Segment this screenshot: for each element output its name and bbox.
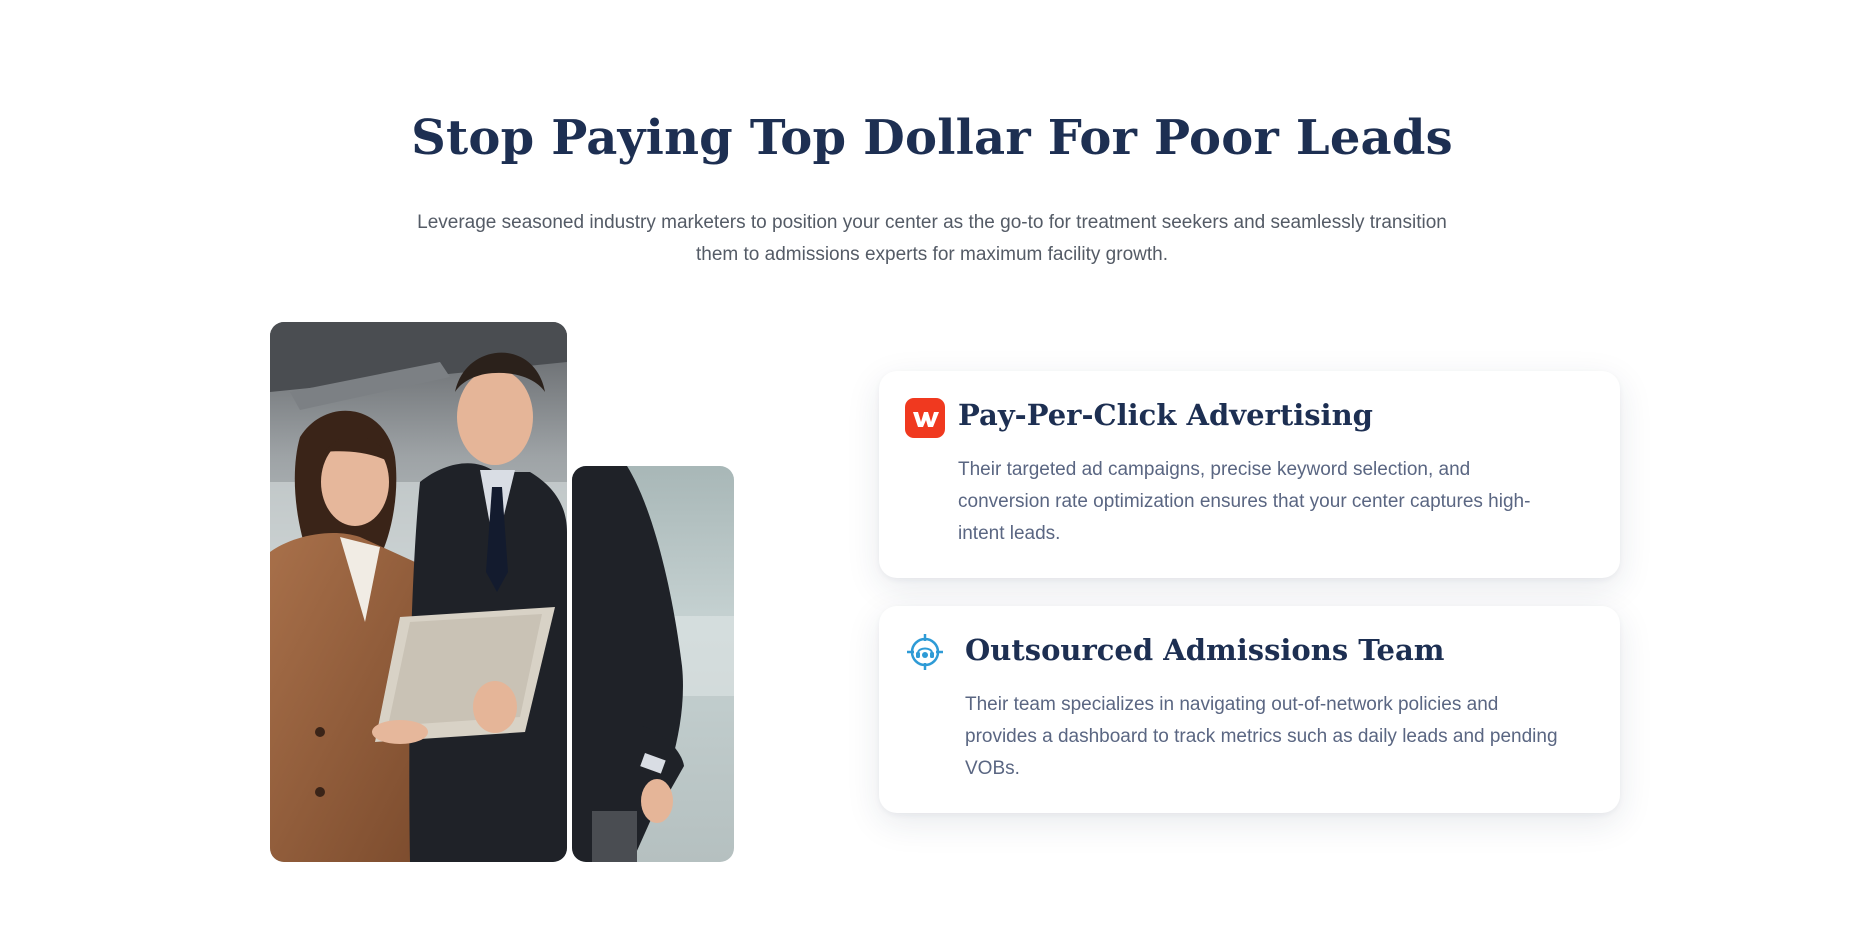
section-title: Stop Paying Top Dollar For Poor Leads [411,110,1453,166]
service-card-title: Pay-Per-Click Advertising [958,398,1373,432]
service-card-description: Their targeted ad campaigns, precise key… [958,459,1531,544]
businessman-side-photo [572,466,734,862]
business-people-photo [270,322,567,862]
ppc-logo-icon [905,398,945,438]
service-card-ppc: Pay-Per-Click Advertising Their targeted… [879,371,1620,578]
section-subtitle: Leverage seasoned industry marketers to … [417,212,1447,265]
target-headset-icon [905,632,945,672]
service-card-admissions: Outsourced Admissions Team Their team sp… [879,606,1620,813]
service-card-title: Outsourced Admissions Team [965,633,1445,667]
service-card-description: Their team specializes in navigating out… [965,694,1558,779]
services-section: Stop Paying Top Dollar For Poor Leads Le… [0,0,1864,946]
